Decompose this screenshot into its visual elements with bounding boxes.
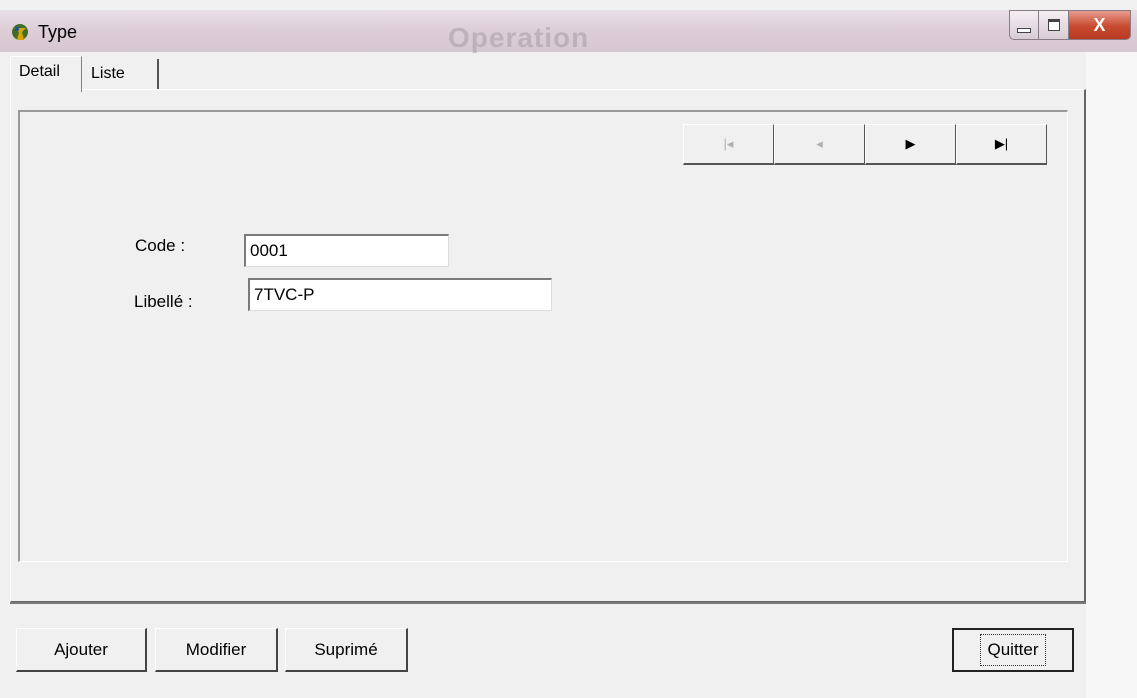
title-bar[interactable]: Operation Type X [0,10,1137,53]
close-button[interactable]: X [1069,10,1131,40]
suprime-button[interactable]: Suprimé [285,628,408,672]
window-controls: X [1009,10,1131,42]
quitter-button[interactable]: Quitter [952,628,1074,672]
code-field[interactable] [244,234,449,267]
nav-next-button[interactable]: ▶ [865,124,956,165]
last-record-icon: ▶| [994,136,1009,151]
nav-last-button[interactable]: ▶| [956,124,1047,165]
background-window-title: Operation [448,22,590,53]
first-record-icon: |◂ [723,136,734,151]
minimize-button[interactable] [1009,10,1039,40]
maximize-button[interactable] [1039,10,1069,40]
window-title: Type [38,22,78,42]
code-label: Code : [135,236,186,255]
libelle-field[interactable] [248,278,552,311]
maximize-icon [1047,19,1060,31]
next-record-icon: ▶ [905,136,916,151]
libelle-label: Libellé : [134,292,193,311]
ajouter-button[interactable]: Ajouter [16,628,147,672]
prior-record-icon: ◂ [816,136,823,151]
type-window: Operation Type X Detail Liste |◂ ◂ ▶ ▶| … [0,0,1137,698]
modifier-button[interactable]: Modifier [155,628,278,672]
app-icon [12,24,28,40]
separator [10,602,1086,604]
record-navigator: |◂ ◂ ▶ ▶| [683,124,1047,165]
quitter-label: Quitter [980,634,1046,666]
tab-detail[interactable]: Detail [10,56,82,92]
nav-first-button[interactable]: |◂ [683,124,774,165]
window-edge [1086,52,1137,698]
nav-prior-button[interactable]: ◂ [774,124,865,165]
detail-panel [18,110,1068,562]
minimize-icon [1017,27,1031,33]
tab-liste[interactable]: Liste [83,59,159,89]
close-icon: X [1093,14,1106,35]
